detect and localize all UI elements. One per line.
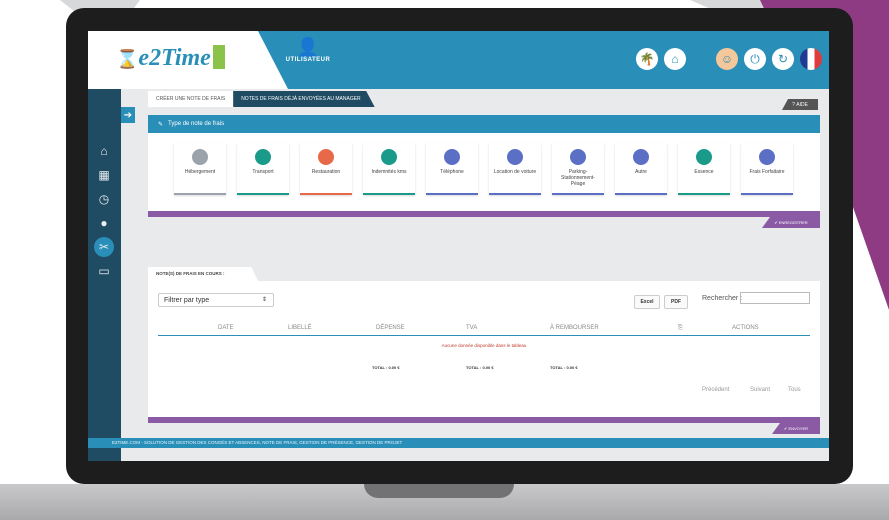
card-underline	[678, 193, 730, 195]
type-card-parking[interactable]: Parking-Stationnement-Péage	[552, 143, 604, 195]
section-title: Type de note de frais	[168, 121, 225, 127]
notes-tab: NOTE(S) DE FRAIS EN COURS :	[148, 267, 258, 281]
avatar-icon[interactable]: ☺	[716, 48, 738, 70]
flat-fee-icon	[759, 149, 775, 165]
calendar-icon[interactable]: ▦	[94, 165, 114, 185]
card-underline	[489, 193, 541, 195]
total-tva: TOTAL : 0.00 €	[466, 365, 494, 370]
laptop-notch	[364, 484, 514, 498]
user-label: UTILISATEUR	[285, 57, 331, 63]
card-underline	[741, 193, 793, 195]
tab-sent[interactable]: NOTES DE FRAIS DÉJÀ ENVOYÉES AU MANAGER	[233, 91, 375, 107]
column-header[interactable]: DATE	[218, 325, 234, 331]
type-cards: Hébergement Transport Restauration Indem…	[148, 133, 820, 211]
card-underline	[300, 193, 352, 195]
total-depense: TOTAL : 0.00 €	[372, 365, 400, 370]
card-underline	[174, 193, 226, 195]
home-icon[interactable]: ⌂	[664, 48, 686, 70]
cutlery-icon	[318, 149, 334, 165]
clock-icon[interactable]: ◷	[94, 189, 114, 209]
type-card-essence[interactable]: Essence	[678, 143, 730, 195]
hourglass-icon: ⌛	[116, 49, 139, 69]
attachment-icon: ⎘	[678, 325, 683, 331]
user-menu[interactable]: 👤 UTILISATEUR	[278, 37, 338, 63]
power-icon[interactable]: ⏻	[744, 48, 766, 70]
palm-tree-icon[interactable]: 🌴	[636, 48, 658, 70]
pager-all[interactable]: Tous	[788, 387, 801, 393]
header-right-icons: ☺ ⏻ ↻	[716, 48, 822, 70]
fuel-icon	[696, 149, 712, 165]
car-icon	[255, 149, 271, 165]
divider-bar	[148, 417, 820, 423]
expand-arrow-icon[interactable]: ➔	[121, 107, 135, 123]
type-card-indemnites[interactable]: Indemnités kms	[363, 143, 415, 195]
refresh-icon[interactable]: ↻	[772, 48, 794, 70]
total-rembourser: TOTAL : 0.00 €	[550, 365, 578, 370]
tools-icon[interactable]: ✂	[94, 237, 114, 257]
card-underline	[237, 193, 289, 195]
monitor-icon[interactable]: ▭	[94, 261, 114, 281]
card-underline	[552, 193, 604, 195]
column-header[interactable]: ACTIONS	[732, 325, 759, 331]
parking-icon	[570, 149, 586, 165]
filter-select[interactable]: Filtrer par type ⇕	[158, 293, 274, 307]
divider-bar	[148, 211, 820, 217]
logo-badge	[212, 45, 225, 69]
help-button[interactable]: ? AIDE	[782, 99, 818, 110]
empty-message: Aucune donnée disponible dans le tableau	[441, 343, 527, 348]
type-card-restauration[interactable]: Restauration	[300, 143, 352, 195]
type-section-header: ✎ Type de note de frais	[148, 115, 820, 133]
notes-panel: Filtrer par type ⇕ Excel PDF Rechercher :…	[148, 281, 820, 417]
user-icon[interactable]: ●	[94, 213, 114, 233]
header-left-icons: 🌴 ⌂	[636, 48, 686, 70]
gauge-icon	[381, 149, 397, 165]
card-underline	[363, 193, 415, 195]
header: ⌛e2Time 👤 UTILISATEUR 🌴 ⌂ ☺ ⏻ ↻	[88, 31, 829, 89]
column-header[interactable]: DÉPENSE	[376, 325, 405, 331]
pager-previous[interactable]: Précédent	[702, 387, 729, 393]
phone-icon	[444, 149, 460, 165]
search-label: Rechercher :	[702, 295, 743, 302]
car-rental-icon	[507, 149, 523, 165]
app-screen: ⌛e2Time 👤 UTILISATEUR 🌴 ⌂ ☺ ⏻ ↻ ⌂ ▦ ◷ ● …	[88, 31, 829, 461]
card-underline	[426, 193, 478, 195]
type-card-autre[interactable]: Autre	[615, 143, 667, 195]
sidebar: ⌂ ▦ ◷ ● ✂ ▭	[88, 89, 121, 461]
search-input[interactable]	[740, 292, 810, 304]
logo-area: ⌛e2Time	[88, 31, 288, 89]
flag-fr-icon[interactable]	[800, 48, 822, 70]
type-card-location[interactable]: Location de voiture	[489, 143, 541, 195]
pdf-button[interactable]: PDF	[664, 295, 688, 309]
card-underline	[615, 193, 667, 195]
user-icon: 👤	[296, 37, 320, 57]
other-icon	[633, 149, 649, 165]
home-icon[interactable]: ⌂	[94, 141, 114, 161]
footer: E2TIME.COM - SOLUTION DE GESTION DES CON…	[88, 438, 829, 448]
tabs: CRÉER UNE NOTE DE FRAIS NOTES DE FRAIS D…	[148, 91, 375, 107]
excel-button[interactable]: Excel	[634, 295, 660, 309]
pager-next[interactable]: Suivant	[750, 387, 770, 393]
save-button[interactable]: ✔ ENREGISTRER	[762, 217, 820, 228]
chevron-updown-icon: ⇕	[261, 297, 267, 303]
table-header-line	[158, 335, 810, 336]
column-header[interactable]: À REMBOURSER	[550, 325, 599, 331]
send-button[interactable]: ✔ ENVOYER	[772, 423, 820, 434]
type-card-transport[interactable]: Transport	[237, 143, 289, 195]
tab-create[interactable]: CRÉER UNE NOTE DE FRAIS	[148, 91, 234, 107]
type-card-forfaitaire[interactable]: Frais Forfaitaire	[741, 143, 793, 195]
type-card-hebergement[interactable]: Hébergement	[174, 143, 226, 195]
logo[interactable]: ⌛e2Time	[116, 45, 225, 72]
bed-icon	[192, 149, 208, 165]
edit-icon: ✎	[158, 121, 164, 128]
type-card-telephone[interactable]: Téléphone	[426, 143, 478, 195]
column-header[interactable]: TVA	[466, 325, 477, 331]
column-header[interactable]: LIBELLÉ	[288, 325, 312, 331]
